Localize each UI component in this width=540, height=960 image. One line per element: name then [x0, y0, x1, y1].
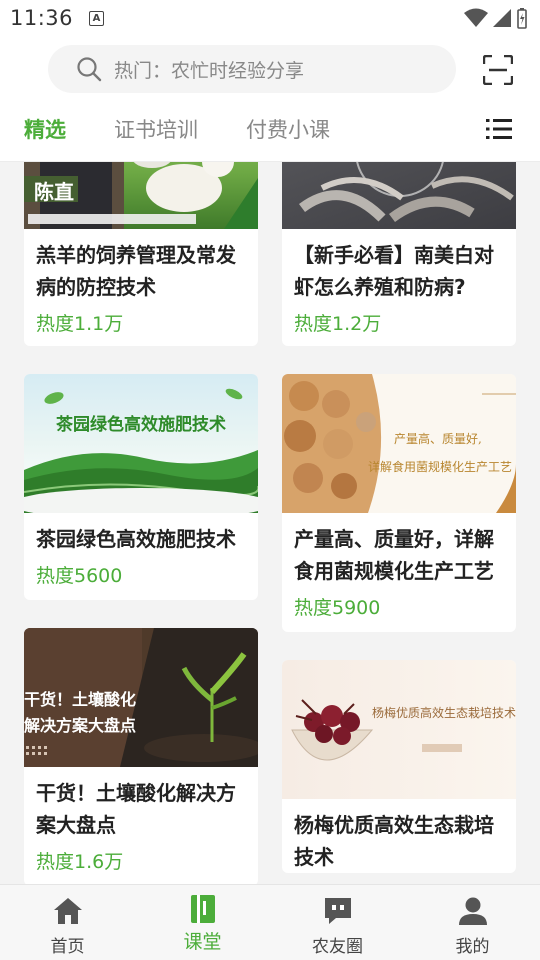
tab-certificate-training[interactable]: 证书培训 — [114, 114, 198, 144]
home-icon — [53, 898, 82, 924]
course-heat: 热度1.6万 — [36, 851, 124, 873]
notification-icon: A — [89, 10, 105, 26]
course-card[interactable]: 干货！土壤酸化 解决方案大盘点 干货！土壤酸化解决方案大盘点 热度1.6万 — [24, 628, 258, 884]
shrimp-illustration — [299, 162, 514, 223]
tab-paid-courses[interactable]: 付费小课 — [246, 114, 330, 144]
chat-bubble-icon — [324, 898, 351, 924]
thumbnail-caption: 陈直 — [34, 180, 74, 204]
course-feed: 陈直 羔羊的饲养管理及常发病的防控技术 热度1.1万 【新手必看】南美白对虾怎么… — [0, 162, 540, 884]
thumbnail-caption-line1: 产量高、质量好, — [394, 432, 482, 446]
person-icon — [458, 897, 487, 925]
thumbnail-caption-line2: 解决方案大盘点 — [24, 716, 137, 735]
course-thumbnail: 干货！土壤酸化 解决方案大盘点 — [24, 628, 258, 767]
nav-classroom[interactable]: 课堂 — [135, 885, 270, 960]
category-tabs: 精选 证书培训 付费小课 — [0, 104, 540, 162]
bayberry-illustration — [291, 699, 462, 761]
thumbnail-caption: 杨梅优质高效生态栽培技术 — [372, 706, 516, 720]
book-icon — [190, 895, 215, 923]
course-card[interactable]: 杨梅优质高效生态栽培技术 杨梅优质高效生态栽培技术 — [282, 660, 516, 873]
status-icons — [464, 7, 528, 29]
wifi-icon — [464, 8, 488, 27]
bottom-navigation: 首页 课堂 农友圈 我的 — [0, 884, 540, 960]
course-thumbnail: 茶园绿色高效施肥技术 — [24, 374, 258, 513]
course-card[interactable]: 陈直 羔羊的饲养管理及常发病的防控技术 热度1.1万 — [24, 162, 258, 346]
course-title: 茶园绿色高效施肥技术 — [36, 527, 236, 551]
course-thumbnail — [282, 162, 516, 229]
nav-label: 课堂 — [183, 931, 222, 953]
course-title: 干货！土壤酸化解决方案大盘点 — [36, 781, 236, 837]
search-input[interactable]: 热门：农忙时经验分享 — [48, 45, 456, 93]
tea-garden-illustration — [24, 388, 258, 513]
nav-label: 我的 — [455, 937, 490, 957]
search-placeholder: 热门：农忙时经验分享 — [114, 59, 305, 82]
search-bar-row: 热门：农忙时经验分享 — [0, 36, 540, 104]
thumbnail-caption: 茶园绿色高效施肥技术 — [56, 415, 226, 435]
course-heat: 热度1.2万 — [294, 313, 382, 335]
scan-icon[interactable] — [483, 55, 513, 85]
thumbnail-caption-line2: 详解食用菌规模化生产工艺 — [368, 460, 513, 474]
course-heat: 热度5900 — [294, 597, 381, 619]
nav-home[interactable]: 首页 — [0, 885, 135, 960]
battery-icon — [517, 8, 527, 29]
signal-icon — [493, 9, 511, 27]
course-title: 产量高、质量好，详解食用菌规模化生产工艺 — [294, 527, 494, 583]
course-title: 羔羊的饲养管理及常发病的防控技术 — [36, 243, 236, 299]
course-thumbnail: 陈直 — [24, 162, 258, 229]
status-time: 11:36 — [10, 6, 74, 30]
course-title: 【新手必看】南美白对虾怎么养殖和防病? — [294, 243, 494, 299]
nav-label: 首页 — [50, 937, 85, 957]
course-card[interactable]: 【新手必看】南美白对虾怎么养殖和防病? 热度1.2万 — [282, 162, 516, 346]
nav-profile[interactable]: 我的 — [405, 885, 540, 960]
list-menu-icon[interactable] — [486, 117, 512, 141]
course-heat: 热度5600 — [36, 565, 123, 587]
thumbnail-caption-line1: 干货！土壤酸化 — [24, 690, 137, 709]
nav-community[interactable]: 农友圈 — [270, 885, 405, 960]
course-card[interactable]: 茶园绿色高效施肥技术 茶园绿色高效施肥技术 热度5600 — [24, 374, 258, 600]
nav-label: 农友圈 — [312, 937, 363, 957]
course-title: 杨梅优质高效生态栽培技术 — [294, 813, 494, 869]
tab-featured[interactable]: 精选 — [24, 114, 66, 144]
course-thumbnail: 产量高、质量好, 详解食用菌规模化生产工艺 — [282, 374, 516, 513]
search-icon — [77, 57, 102, 82]
course-thumbnail: 杨梅优质高效生态栽培技术 — [282, 660, 516, 799]
course-heat: 热度1.1万 — [36, 313, 124, 335]
status-bar: 11:36 A — [0, 0, 540, 36]
course-card[interactable]: 产量高、质量好, 详解食用菌规模化生产工艺 产量高、质量好，详解食用菌规模化生产… — [282, 374, 516, 632]
